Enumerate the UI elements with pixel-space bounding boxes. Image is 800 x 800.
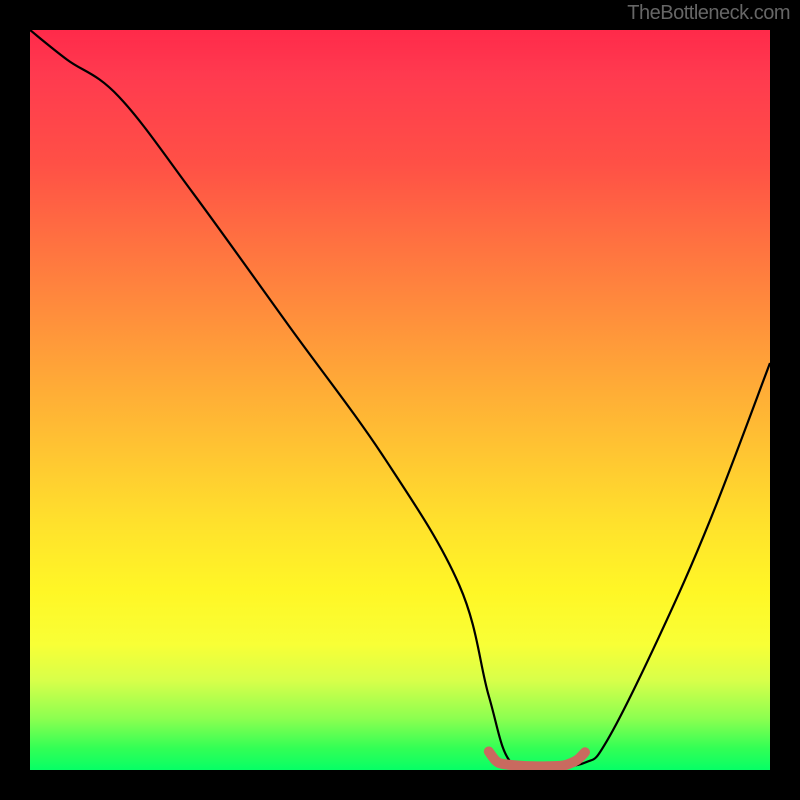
chart-plot-area: [30, 30, 770, 770]
bottleneck-curve-path: [30, 30, 770, 769]
minimum-marker-path: [489, 752, 585, 767]
watermark-text: TheBottleneck.com: [627, 2, 790, 25]
chart-svg: [30, 30, 770, 770]
